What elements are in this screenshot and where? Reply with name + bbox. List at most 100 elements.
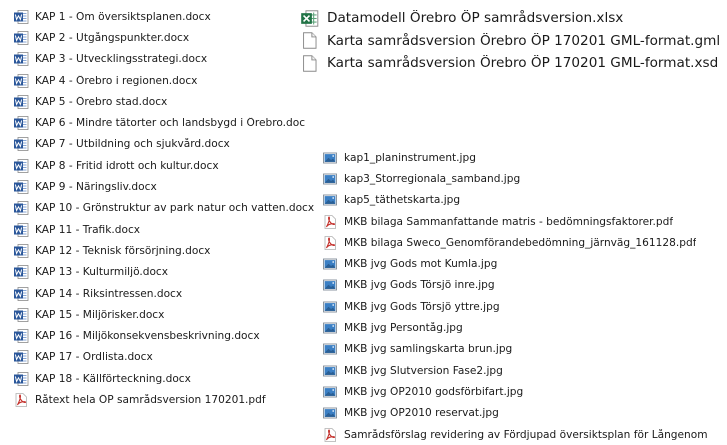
file-item[interactable]: MKB jvg Slutversion Fase2.jpg bbox=[322, 360, 727, 381]
image-icon bbox=[322, 150, 338, 166]
word-doc-icon bbox=[13, 115, 29, 131]
file-item[interactable]: MKB jvg Persontåg.jpg bbox=[322, 317, 727, 338]
file-name: KAP 8 - Fritid idrott och kultur.docx bbox=[35, 159, 219, 172]
excel-icon bbox=[300, 9, 319, 28]
word-doc-icon bbox=[13, 286, 29, 302]
file-item[interactable]: Datamodell Örebro ÖP samrådsversion.xlsx bbox=[300, 7, 727, 30]
image-pdf-file-list: kap1_planinstrument.jpg kap3_Storregional… bbox=[322, 147, 727, 445]
file-item[interactable]: Karta samrådsversion Örebro ÖP 170201 GM… bbox=[300, 52, 727, 75]
file-name: Datamodell Örebro ÖP samrådsversion.xlsx bbox=[327, 10, 624, 27]
file-name: KAP 17 - Ordlista.docx bbox=[35, 351, 153, 364]
file-item[interactable]: KAP 9 - Näringsliv.docx bbox=[13, 176, 319, 197]
file-item[interactable]: MKB jvg Gods mot Kumla.jpg bbox=[322, 253, 727, 274]
image-icon bbox=[322, 363, 338, 379]
image-icon bbox=[322, 405, 338, 421]
image-icon bbox=[322, 256, 338, 272]
file-name: KAP 16 - Miljökonsekvensbeskrivning.docx bbox=[35, 330, 260, 343]
file-name: Karta samrådsversion Örebro ÖP 170201 GM… bbox=[327, 32, 721, 49]
file-item[interactable]: KAP 18 - Källförteckning.docx bbox=[13, 368, 319, 389]
word-doc-icon bbox=[13, 371, 29, 387]
word-doc-icon bbox=[13, 9, 29, 25]
file-item[interactable]: KAP 12 - Teknisk försörjning.docx bbox=[13, 240, 319, 261]
file-item[interactable]: Karta samrådsversion Örebro ÖP 170201 GM… bbox=[300, 30, 727, 53]
image-icon bbox=[322, 192, 338, 208]
file-item[interactable]: KAP 15 - Miljörisker.docx bbox=[13, 304, 319, 325]
image-icon bbox=[322, 277, 338, 293]
word-doc-icon bbox=[13, 30, 29, 46]
word-doc-icon bbox=[13, 136, 29, 152]
file-item[interactable]: KAP 14 - Riksintressen.docx bbox=[13, 283, 319, 304]
file-item[interactable]: kap5_täthetskarta.jpg bbox=[322, 190, 727, 211]
word-doc-icon bbox=[13, 328, 29, 344]
file-name: MKB jvg ÖP2010 reservat.jpg bbox=[344, 407, 499, 420]
file-item[interactable]: KAP 3 - Utvecklingsstrategi.docx bbox=[13, 49, 319, 70]
file-name: KAP 4 - Örebro i regionen.docx bbox=[35, 74, 198, 87]
file-name: kap1_planinstrument.jpg bbox=[344, 151, 476, 164]
word-doc-icon bbox=[13, 349, 29, 365]
file-item[interactable]: KAP 16 - Miljökonsekvensbeskrivning.docx bbox=[13, 325, 319, 346]
file-item[interactable]: KAP 1 - Om översiktsplanen.docx bbox=[13, 6, 319, 27]
file-name: KAP 13 - Kulturmiljö.docx bbox=[35, 266, 169, 279]
file-name: MKB jvg Gods Törsjö yttre.jpg bbox=[344, 300, 500, 313]
file-name: KAP 1 - Om översiktsplanen.docx bbox=[35, 10, 211, 23]
image-icon bbox=[322, 320, 338, 336]
file-item[interactable]: KAP 8 - Fritid idrott och kultur.docx bbox=[13, 155, 319, 176]
file-name: Karta samrådsversion Örebro ÖP 170201 GM… bbox=[327, 55, 719, 72]
file-item[interactable]: MKB bilaga Sweco_Genomförandebedömning_j… bbox=[322, 232, 727, 253]
file-item[interactable]: KAP 13 - Kulturmiljö.docx bbox=[13, 262, 319, 283]
file-name: KAP 15 - Miljörisker.docx bbox=[35, 308, 165, 321]
file-item[interactable]: KAP 10 - Grönstruktur av park natur och … bbox=[13, 198, 319, 219]
word-doc-icon bbox=[13, 94, 29, 110]
file-name: Råtext hela ÖP samrådsversion 170201.pdf bbox=[35, 393, 266, 406]
file-name: MKB bilaga Sammanfattande matris - bedöm… bbox=[344, 215, 674, 228]
file-name: MKB jvg Gods Törsjö inre.jpg bbox=[344, 279, 495, 292]
file-name: kap5_täthetskarta.jpg bbox=[344, 194, 461, 207]
blank-file-icon bbox=[300, 31, 319, 50]
word-doc-icon bbox=[13, 179, 29, 195]
file-name: MKB jvg ÖP2010 godsförbifart.jpg bbox=[344, 385, 524, 398]
file-name: KAP 9 - Näringsliv.docx bbox=[35, 181, 157, 194]
pdf-icon bbox=[322, 427, 338, 443]
file-item[interactable]: Samrådsförslag revidering av Fördjupad ö… bbox=[322, 424, 727, 445]
data-file-list: Datamodell Örebro ÖP samrådsversion.xlsx… bbox=[300, 7, 727, 75]
file-item[interactable]: MKB jvg Gods Törsjö inre.jpg bbox=[322, 275, 727, 296]
blank-file-icon bbox=[300, 54, 319, 73]
word-doc-icon bbox=[13, 222, 29, 238]
file-name: KAP 6 - Mindre tätorter och landsbygd i … bbox=[35, 117, 306, 130]
word-doc-icon bbox=[13, 264, 29, 280]
image-icon bbox=[322, 171, 338, 187]
file-name: KAP 5 - Örebro stad.docx bbox=[35, 95, 168, 108]
file-item[interactable]: KAP 17 - Ordlista.docx bbox=[13, 347, 319, 368]
pdf-icon bbox=[322, 235, 338, 251]
file-name: MKB bilaga Sweco_Genomförandebedömning_j… bbox=[344, 236, 697, 249]
file-name: MKB jvg Gods mot Kumla.jpg bbox=[344, 258, 498, 271]
file-item[interactable]: KAP 7 - Utbildning och sjukvård.docx bbox=[13, 134, 319, 155]
file-name: kap3_Storregionala_samband.jpg bbox=[344, 172, 521, 185]
file-name: KAP 11 - Trafik.docx bbox=[35, 223, 141, 236]
word-doc-icon bbox=[13, 200, 29, 216]
file-item[interactable]: MKB jvg ÖP2010 godsförbifart.jpg bbox=[322, 381, 727, 402]
file-name: KAP 10 - Grönstruktur av park natur och … bbox=[35, 202, 315, 215]
file-item[interactable]: KAP 4 - Örebro i regionen.docx bbox=[13, 70, 319, 91]
file-item[interactable]: KAP 5 - Örebro stad.docx bbox=[13, 91, 319, 112]
file-item[interactable]: kap3_Storregionala_samband.jpg bbox=[322, 168, 727, 189]
file-item[interactable]: MKB jvg ÖP2010 reservat.jpg bbox=[322, 403, 727, 424]
file-item[interactable]: KAP 2 - Utgångspunkter.docx bbox=[13, 27, 319, 48]
file-item[interactable]: KAP 11 - Trafik.docx bbox=[13, 219, 319, 240]
word-doc-icon bbox=[13, 73, 29, 89]
file-item[interactable]: kap1_planinstrument.jpg bbox=[322, 147, 727, 168]
word-doc-icon bbox=[13, 158, 29, 174]
file-name: KAP 18 - Källförteckning.docx bbox=[35, 372, 191, 385]
file-name: MKB jvg samlingskarta brun.jpg bbox=[344, 343, 513, 356]
image-icon bbox=[322, 299, 338, 315]
file-name: KAP 2 - Utgångspunkter.docx bbox=[35, 31, 190, 44]
file-name: MKB jvg Persontåg.jpg bbox=[344, 322, 463, 335]
file-item[interactable]: MKB jvg samlingskarta brun.jpg bbox=[322, 339, 727, 360]
image-icon bbox=[322, 384, 338, 400]
file-item[interactable]: Råtext hela ÖP samrådsversion 170201.pdf bbox=[13, 389, 319, 410]
file-item[interactable]: KAP 6 - Mindre tätorter och landsbygd i … bbox=[13, 112, 319, 133]
file-item[interactable]: MKB bilaga Sammanfattande matris - bedöm… bbox=[322, 211, 727, 232]
word-doc-icon bbox=[13, 307, 29, 323]
file-item[interactable]: MKB jvg Gods Törsjö yttre.jpg bbox=[322, 296, 727, 317]
image-icon bbox=[322, 341, 338, 357]
